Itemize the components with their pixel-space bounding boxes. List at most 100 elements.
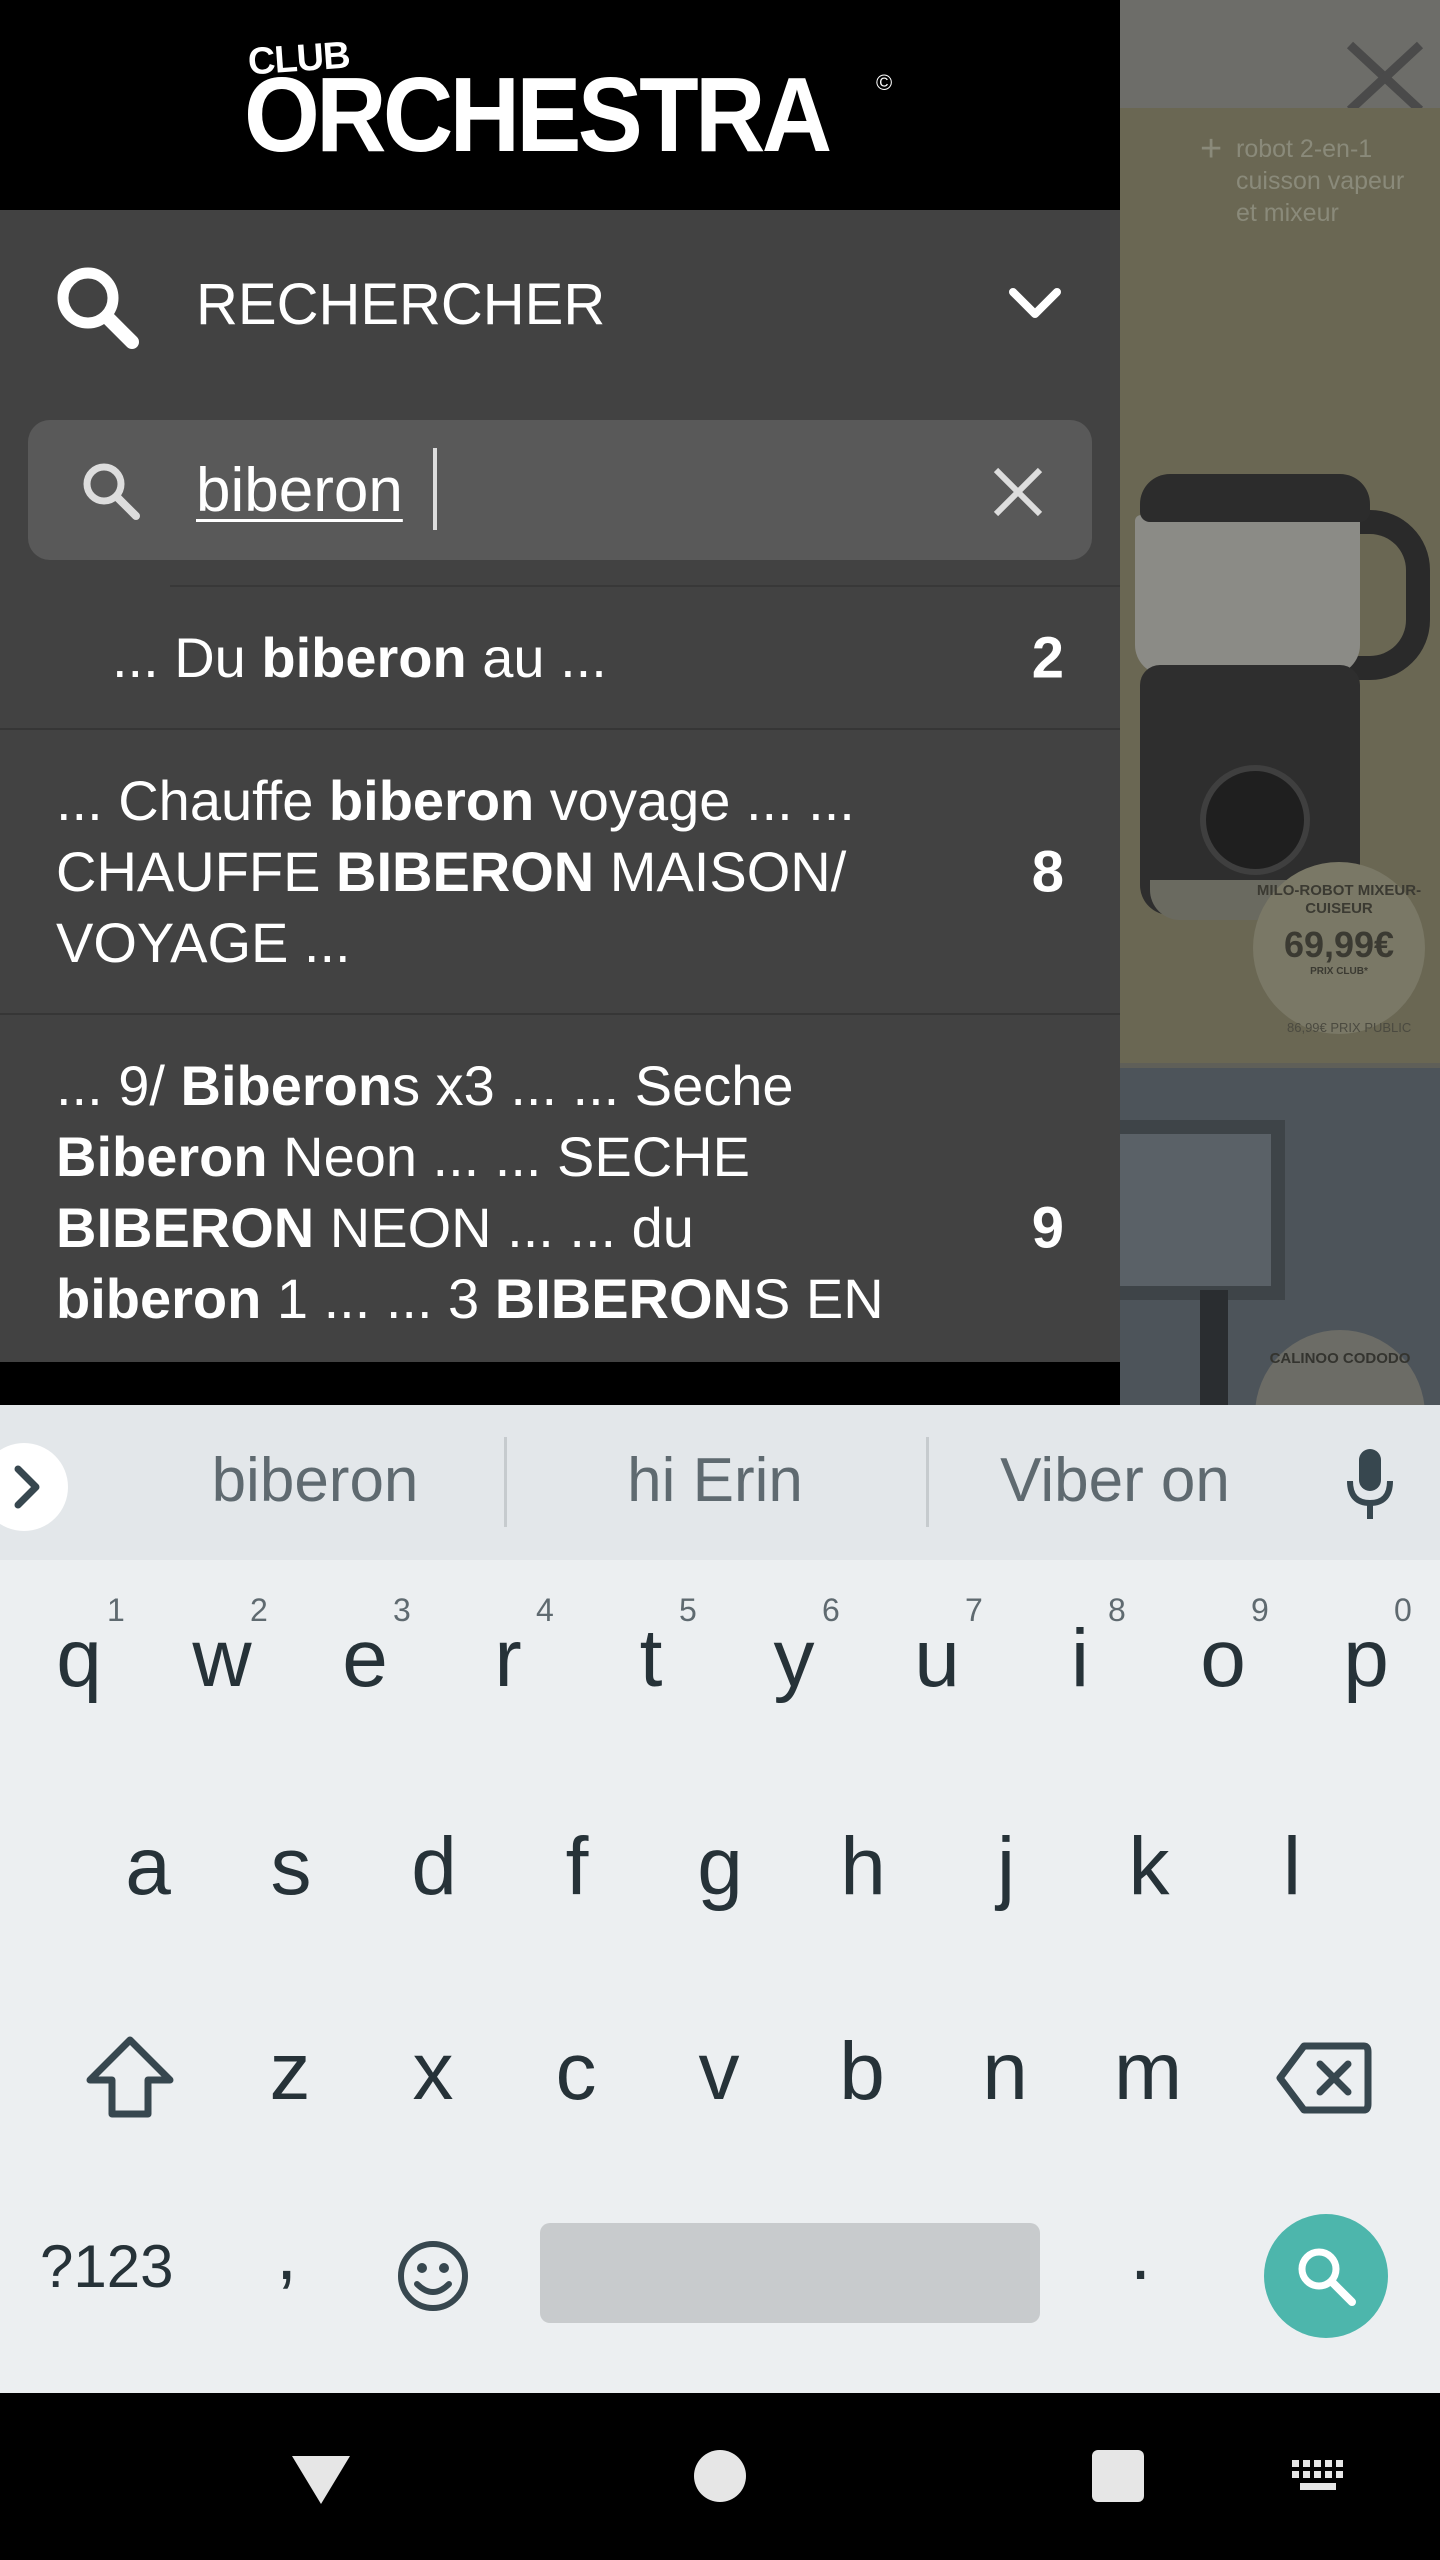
highlighted-term: BIBERON xyxy=(336,840,595,903)
key-hint-6: 6 xyxy=(822,1592,840,1628)
highlighted-term: biberon xyxy=(261,626,467,689)
public-price: 86,99€ PRIX PUBLIC xyxy=(1287,1020,1412,1035)
result-snippet: ... Chauffe xyxy=(56,769,329,832)
key-hint-7: 7 xyxy=(965,1592,983,1628)
key-f[interactable]: f xyxy=(512,1820,642,1914)
suggestion-bar: biberon hi Erin Viber on xyxy=(0,1405,1440,1560)
search-result-text: ... Chauffe biberon voyage ... ... CHAUF… xyxy=(0,730,1120,1013)
price-bubble: MILO-ROBOT MIXEUR-CUISEUR 69,99€ PRIX CL… xyxy=(1253,862,1425,1034)
key-x[interactable]: x xyxy=(368,2025,498,2119)
product-name: MILO-ROBOT MIXEUR-CUISEUR xyxy=(1256,882,1422,917)
key-j[interactable]: j xyxy=(941,1820,1071,1914)
space-bar[interactable] xyxy=(540,2223,1040,2323)
suggestion-2[interactable]: hi Erin xyxy=(520,1445,910,1516)
key-s[interactable]: s xyxy=(226,1820,356,1914)
key-hint-0: 0 xyxy=(1394,1592,1412,1628)
recent-apps-icon[interactable] xyxy=(1092,2450,1144,2502)
clear-icon[interactable] xyxy=(988,462,1048,522)
search-result-count: 2 xyxy=(1031,625,1064,690)
suggestion-divider xyxy=(504,1437,507,1527)
product-price: 69,99€ xyxy=(1283,924,1395,965)
key-h[interactable]: h xyxy=(798,1820,928,1914)
key-b[interactable]: b xyxy=(797,2025,927,2119)
search-action-button[interactable] xyxy=(1264,2214,1388,2338)
symbols-key[interactable]: ?123 xyxy=(40,2232,173,2301)
key-hint-2: 2 xyxy=(250,1592,268,1628)
text-cursor xyxy=(433,448,437,530)
key-v[interactable]: v xyxy=(654,2025,784,2119)
keyboard-switch-icon[interactable] xyxy=(1290,2458,1346,2494)
key-hint-1: 1 xyxy=(107,1592,125,1628)
robot-knob xyxy=(1200,765,1310,875)
key-hint-8: 8 xyxy=(1108,1592,1126,1628)
highlighted-term: biberon xyxy=(56,1267,262,1330)
search-result-item[interactable]: ... Chauffe biberon voyage ... ... CHAUF… xyxy=(0,728,1120,1013)
search-result-text: ... Du biberon au ... xyxy=(56,587,1120,728)
crib-image xyxy=(1120,1120,1285,1300)
key-hint-5: 5 xyxy=(679,1592,697,1628)
shift-icon[interactable] xyxy=(70,2032,190,2122)
robot-jar xyxy=(1135,515,1360,675)
search-section-header[interactable]: RECHERCHER xyxy=(0,210,1120,400)
key-l[interactable]: l xyxy=(1227,1820,1357,1914)
key-a[interactable]: a xyxy=(83,1820,213,1914)
promo-text: robot 2-en-1 cuisson vapeur et mixeur xyxy=(1236,135,1405,227)
highlighted-term: BIBERON xyxy=(494,1267,753,1330)
suggestion-1[interactable]: biberon xyxy=(130,1445,500,1516)
expand-suggestions-button[interactable] xyxy=(0,1443,68,1531)
key-hint-3: 3 xyxy=(393,1592,411,1628)
backspace-icon[interactable] xyxy=(1276,2040,1372,2116)
result-snippet: au ... xyxy=(466,626,607,689)
search-title: RECHERCHER xyxy=(196,272,606,337)
chevron-right-icon xyxy=(14,1465,40,1509)
search-icon xyxy=(1298,2248,1356,2306)
side-menu: CLUB ORCHESTRA © RECHERCHER ... Du biber… xyxy=(0,0,1120,1405)
search-box[interactable] xyxy=(28,420,1092,560)
suggestion-3[interactable]: Viber on xyxy=(940,1445,1290,1516)
logo-orchestra[interactable]: ORCHESTRA xyxy=(244,62,832,168)
search-result-count: 9 xyxy=(1031,1195,1064,1260)
result-snippet: ... 9/ xyxy=(56,1054,181,1117)
highlighted-term: Biberon xyxy=(180,1054,393,1117)
result-snippet: s x3 ... ... Seche xyxy=(392,1054,794,1117)
search-icon xyxy=(57,267,139,349)
search-input[interactable] xyxy=(196,442,996,538)
result-snippet: Neon ... ... SECHE xyxy=(267,1125,750,1188)
key-d[interactable]: d xyxy=(369,1820,499,1914)
robot-lid xyxy=(1140,474,1370,522)
key-z[interactable]: z xyxy=(225,2025,355,2119)
key-hint-4: 4 xyxy=(536,1592,554,1628)
key-g[interactable]: g xyxy=(655,1820,785,1914)
key-n[interactable]: n xyxy=(940,2025,1070,2119)
key-m[interactable]: m xyxy=(1083,2025,1213,2119)
crib-leg xyxy=(1200,1290,1228,1405)
key-hint-9: 9 xyxy=(1251,1592,1269,1628)
search-icon xyxy=(83,463,140,520)
key-c[interactable]: c xyxy=(511,2025,641,2119)
result-snippet: ... Du xyxy=(112,626,262,689)
product-name-2: CALINOO CODODO xyxy=(1269,1350,1411,1367)
search-result-count: 8 xyxy=(1031,839,1064,904)
search-result-item[interactable]: ... Du biberon au ... 2 xyxy=(112,585,1120,728)
result-snippet: 1 ... ... 3 xyxy=(261,1267,495,1330)
product-price-label: PRIX CLUB* xyxy=(1310,966,1368,977)
highlighted-term: biberon xyxy=(328,769,535,832)
highlighted-term: BIBERON xyxy=(56,1196,315,1259)
result-snippet: NEON ... ... du xyxy=(314,1196,694,1259)
logo-registered-mark: © xyxy=(876,70,893,95)
menu-header: CLUB ORCHESTRA © xyxy=(0,0,1120,210)
emoji-icon[interactable] xyxy=(395,2238,471,2314)
menu-bottom-bar xyxy=(0,1362,1120,1405)
highlighted-term: Biberon xyxy=(56,1125,268,1188)
period-key[interactable]: . xyxy=(1130,2210,1151,2297)
close-menu-icon[interactable] xyxy=(1320,30,1430,120)
microphone-icon[interactable] xyxy=(1340,1445,1400,1525)
search-results-list: ... Du biberon au ... 2... Chauffe bibero… xyxy=(0,585,1120,1440)
key-k[interactable]: k xyxy=(1084,1820,1214,1914)
comma-key[interactable]: , xyxy=(276,2210,297,2297)
home-icon[interactable] xyxy=(694,2450,746,2502)
back-icon[interactable] xyxy=(290,2452,352,2508)
suggestion-divider xyxy=(926,1437,929,1527)
robot-image xyxy=(1350,510,1430,680)
chevron-down-icon[interactable] xyxy=(1005,280,1065,330)
